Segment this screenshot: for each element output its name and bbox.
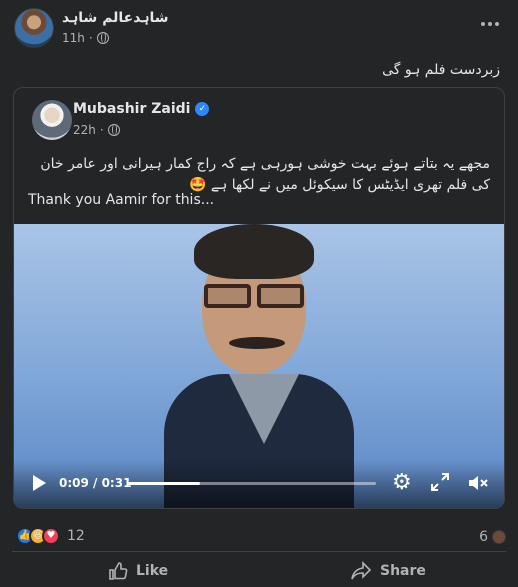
share-arrow-icon [351,561,372,580]
reaction-count: 12 [67,528,85,544]
video-controls: 0:09 / 0:31 ⚙ [14,460,504,508]
love-reaction-icon: ♥ [42,527,60,545]
video-progress-bar[interactable] [128,482,376,485]
divider [12,551,506,552]
shared-post: Mubashir Zaidi ✓ 22h · مجھے یہ بتاتے ہوئ… [13,87,505,509]
globe-icon [96,32,109,44]
like-label: Like [136,563,169,579]
expand-icon[interactable] [431,473,449,491]
share-button[interactable]: Share [350,558,426,584]
shared-post-urdu-text: مجھے یہ بتاتے ہوئے بہت خوشی ہورہی ہے کہ … [40,156,490,193]
play-icon[interactable] [33,475,46,491]
post-meta: 11h · [62,31,109,45]
author-name[interactable]: شاہدعالم شاہد [62,10,169,26]
shared-post-english-text: Thank you Aamir for this... [28,192,215,208]
video-player[interactable]: 0:09 / 0:31 ⚙ [14,224,504,508]
shared-post-time[interactable]: 22h [73,123,96,137]
share-count: 6 [479,529,488,545]
shared-author-name[interactable]: Mubashir Zaidi [73,101,190,117]
video-progress-fill [128,482,200,485]
author-avatar[interactable] [14,8,54,48]
post-time[interactable]: 11h [62,31,85,45]
post-text: زبردست فلم ہو گی [382,62,500,78]
reactions-summary[interactable]: 👍 😆 ♥ 12 [16,527,85,545]
video-time: 0:09 / 0:31 [59,476,132,490]
thumbs-up-icon [109,562,128,580]
post-card: شاہدعالم شاہد 11h · زبردست فلم ہو گی Mub… [0,0,518,587]
more-options-icon[interactable] [476,14,504,34]
globe-icon [107,124,120,136]
share-label: Share [380,563,426,579]
gear-icon[interactable]: ⚙ [392,472,414,494]
verified-badge-icon: ✓ [195,102,210,116]
shared-author-row: Mubashir Zaidi ✓ [73,101,210,117]
shares-summary[interactable]: 6 [479,529,506,545]
volume-mute-icon[interactable] [467,473,489,493]
shared-author-avatar[interactable] [32,100,72,140]
shared-post-meta: 22h · [73,123,120,137]
viewer-avatar [492,530,506,544]
like-button[interactable]: Like [108,558,168,584]
